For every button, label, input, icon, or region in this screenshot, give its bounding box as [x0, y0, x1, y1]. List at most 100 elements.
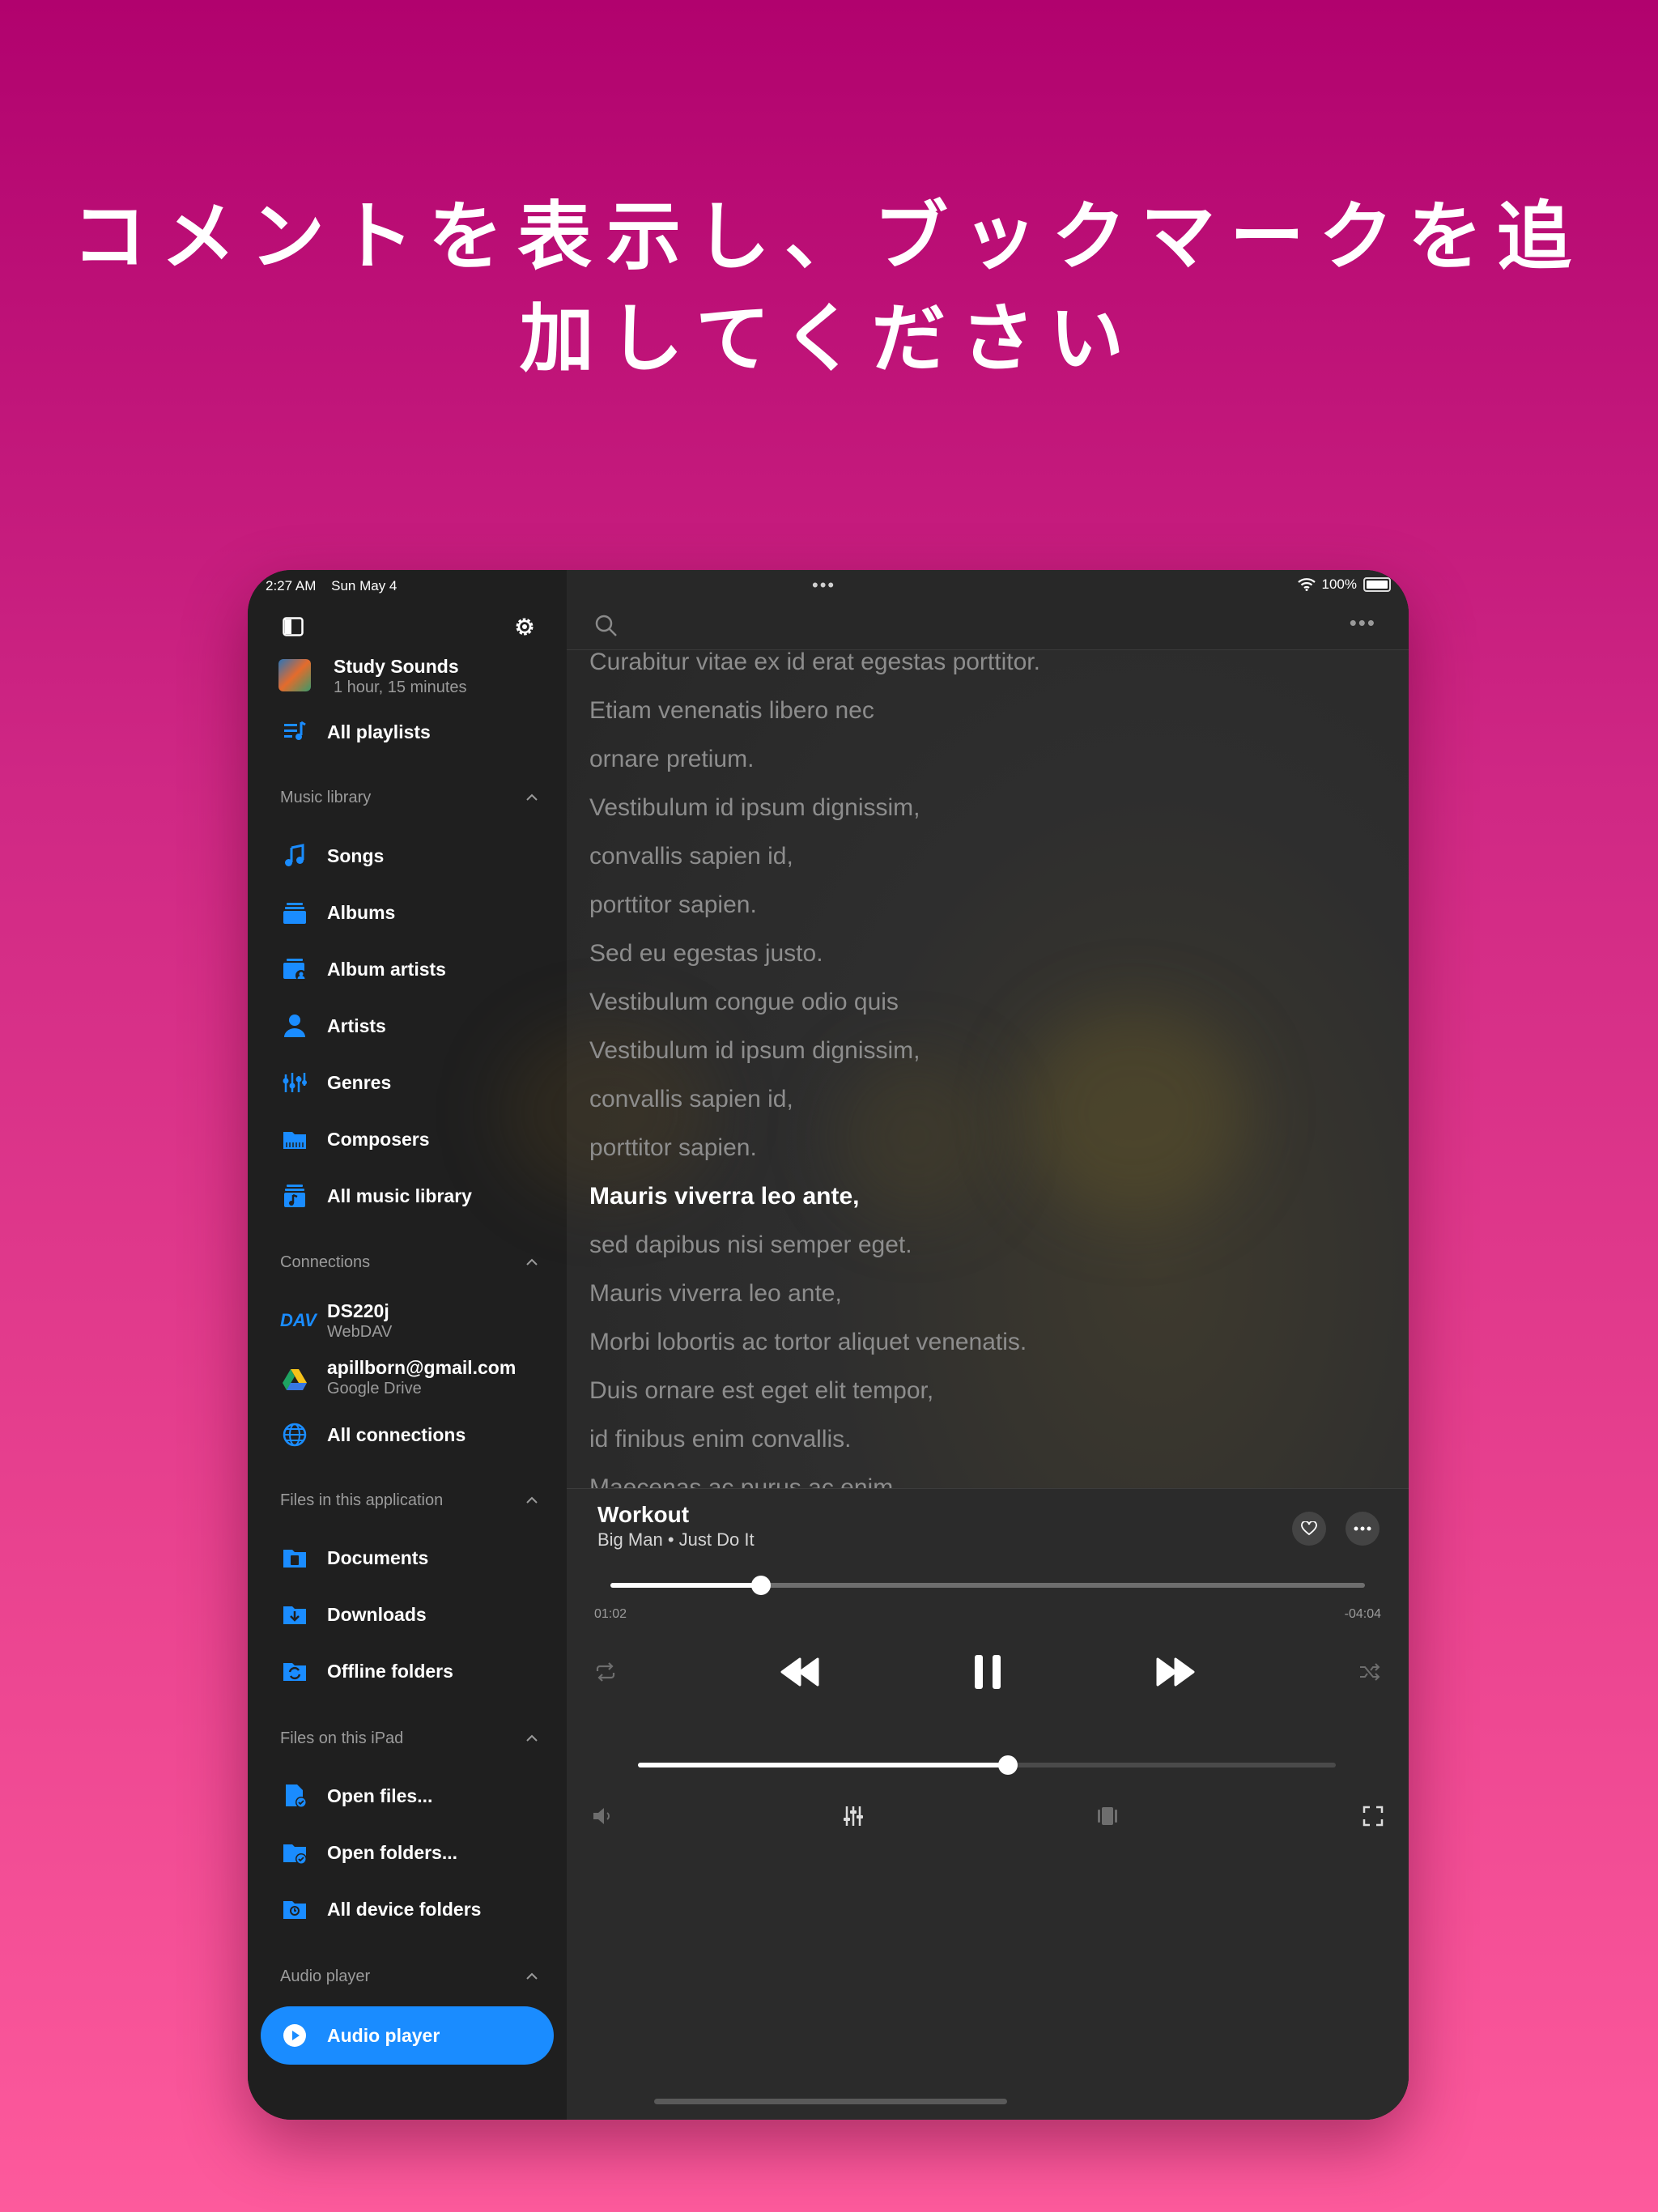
lyric-line[interactable]: Curabitur vitae ex id erat egestas portt…: [589, 649, 1040, 687]
chevron-up-icon: [526, 1258, 538, 1266]
headline-line-2: 加してください: [519, 296, 1139, 382]
lyrics-panel[interactable]: Curabitur vitae ex id erat egestas portt…: [589, 649, 1383, 1488]
progress-slider[interactable]: [610, 1576, 1365, 1595]
section-header-connections[interactable]: Connections: [280, 1253, 539, 1278]
speaker-button[interactable]: [586, 1800, 619, 1832]
progress-knob[interactable]: [751, 1576, 772, 1595]
status-bar-right: 100%: [1297, 576, 1391, 593]
connection-title: DS220j: [327, 1300, 389, 1321]
chevron-up-icon: [526, 1972, 538, 1980]
sidebar-item-all-device-folders[interactable]: All device folders: [248, 1887, 567, 1932]
sidebar-item-songs[interactable]: Songs: [248, 833, 567, 878]
sidebar-item-all-playlists[interactable]: All playlists: [248, 709, 567, 755]
volume-slider[interactable]: [638, 1755, 1336, 1775]
current-playlist[interactable]: Study Sounds 1 hour, 15 minutes: [278, 653, 554, 701]
section-header-music-library[interactable]: Music library: [280, 789, 539, 813]
lyric-line[interactable]: Duis ornare est eget elit tempor,: [589, 1367, 1040, 1415]
sidebar-item-label: All connections: [327, 1424, 466, 1445]
remaining-time: -04:04: [1344, 1607, 1381, 1621]
sidebar-item-audio-player[interactable]: Audio player: [261, 2006, 554, 2065]
lyric-line[interactable]: sed dapibus nisi semper eget.: [589, 1221, 1040, 1270]
speaker-icon: [593, 1808, 610, 1824]
battery-percent: 100%: [1321, 576, 1357, 592]
gear-icon[interactable]: [510, 612, 539, 641]
multitasking-dots-icon[interactable]: •••: [812, 575, 835, 596]
lyric-line[interactable]: convallis sapien id,: [589, 1075, 1040, 1124]
sidebar-item-connection-google-drive[interactable]: apillborn@gmail.com Google Drive: [248, 1354, 567, 1406]
current-lyric-line[interactable]: Mauris viverra leo ante,: [589, 1172, 1040, 1221]
favorite-button[interactable]: [1292, 1512, 1326, 1546]
section-header-files-app[interactable]: Files in this application: [280, 1491, 539, 1516]
sidebar-item-documents[interactable]: Documents: [248, 1535, 567, 1580]
sidebar-item-label: Genres: [327, 1072, 392, 1093]
more-options-icon[interactable]: •••: [1350, 610, 1376, 636]
main-toolbar: ••• 100% •••: [567, 570, 1409, 650]
lyric-line[interactable]: ornare pretium.: [589, 735, 1040, 784]
sidebar-item-open-folders[interactable]: Open folders...: [248, 1830, 567, 1875]
connection-type: WebDAV: [327, 1323, 393, 1341]
heart-icon: [1301, 1521, 1317, 1536]
lyric-line[interactable]: Morbi lobortis ac tortor aliquet venenat…: [589, 1318, 1040, 1367]
fullscreen-button[interactable]: [1357, 1800, 1389, 1832]
lyric-line[interactable]: convallis sapien id,: [589, 832, 1040, 881]
status-bar-left: 2:27 AM Sun May 4: [266, 578, 408, 594]
lyric-line[interactable]: Vestibulum congue odio quis: [589, 978, 1040, 1027]
lyric-line[interactable]: Vestibulum id ipsum dignissim,: [589, 784, 1040, 832]
sidebar-item-offline-folders[interactable]: Offline folders: [248, 1648, 567, 1694]
battery-icon: [1363, 577, 1391, 592]
documents-folder-icon: [283, 1550, 306, 1568]
equalizer-button[interactable]: [837, 1800, 869, 1832]
section-header-files-ipad[interactable]: Files on this iPad: [280, 1729, 539, 1754]
lyric-line[interactable]: porttitor sapien.: [589, 881, 1040, 929]
headline: コメントを表示し、ブックマークを追 加してください: [0, 186, 1658, 390]
sidebar-item-artists[interactable]: Artists: [248, 1003, 567, 1049]
chevron-up-icon: [526, 793, 538, 801]
sidebar-item-connection-webdav[interactable]: DAV DS220j WebDAV: [248, 1297, 567, 1349]
lyric-line[interactable]: Maecenas ac purus ac enim: [589, 1464, 1040, 1488]
lyric-line[interactable]: porttitor sapien.: [589, 1124, 1040, 1172]
repeat-button[interactable]: [589, 1656, 622, 1688]
sidebar-item-label: Audio player: [327, 2025, 440, 2046]
volume-knob[interactable]: [997, 1755, 1018, 1775]
lyric-line[interactable]: Mauris viverra leo ante,: [589, 1270, 1040, 1318]
pause-icon: [975, 1655, 1001, 1689]
elapsed-time: 01:02: [594, 1607, 627, 1621]
playlist-duration: 1 hour, 15 minutes: [334, 678, 467, 696]
track-more-button[interactable]: [1346, 1512, 1380, 1546]
fast-forward-icon: [1156, 1657, 1195, 1687]
shuffle-button[interactable]: [1354, 1656, 1386, 1688]
fullscreen-icon: [1363, 1806, 1384, 1827]
sidebar-item-label: Songs: [327, 845, 385, 866]
progress-fill: [610, 1583, 762, 1588]
artwork-view-button[interactable]: [1091, 1800, 1124, 1832]
track-title: Workout: [597, 1502, 690, 1527]
section-header-audio-player[interactable]: Audio player: [280, 1967, 539, 1992]
sidebar-item-album-artists[interactable]: Album artists: [248, 946, 567, 992]
sidebar-item-label: Offline folders: [327, 1661, 453, 1682]
sidebar-toggle-icon[interactable]: [278, 612, 308, 641]
section-title: Music library: [280, 789, 372, 806]
playlist-artwork: [278, 659, 311, 691]
shuffle-icon: [1360, 1663, 1380, 1681]
play-circle-icon: [283, 2024, 306, 2047]
ellipsis-icon: [1354, 1526, 1371, 1531]
sidebar-item-downloads[interactable]: Downloads: [248, 1592, 567, 1637]
pause-button[interactable]: [963, 1648, 1012, 1696]
sidebar-item-all-connections[interactable]: All connections: [248, 1412, 567, 1457]
sidebar-item-open-files[interactable]: Open files...: [248, 1773, 567, 1819]
lyric-line[interactable]: Vestibulum id ipsum dignissim,: [589, 1027, 1040, 1075]
sidebar-item-all-music-library[interactable]: All music library: [248, 1173, 567, 1219]
lyric-line[interactable]: Sed eu egestas justo.: [589, 929, 1040, 978]
connection-type: Google Drive: [327, 1380, 422, 1397]
open-file-icon: [286, 1784, 307, 1808]
rewind-button[interactable]: [776, 1648, 824, 1696]
home-indicator: [654, 2099, 1007, 2104]
lyric-line[interactable]: Etiam venenatis libero nec: [589, 687, 1040, 735]
sidebar-item-albums[interactable]: Albums: [248, 890, 567, 935]
lyric-line[interactable]: id finibus enim convallis.: [589, 1415, 1040, 1464]
track-artist-album: Big Man • Just Do It: [597, 1529, 755, 1550]
sidebar-item-label: Open folders...: [327, 1842, 458, 1863]
search-icon[interactable]: [594, 614, 619, 638]
fast-forward-button[interactable]: [1151, 1648, 1200, 1696]
section-title: Files in this application: [280, 1491, 444, 1509]
